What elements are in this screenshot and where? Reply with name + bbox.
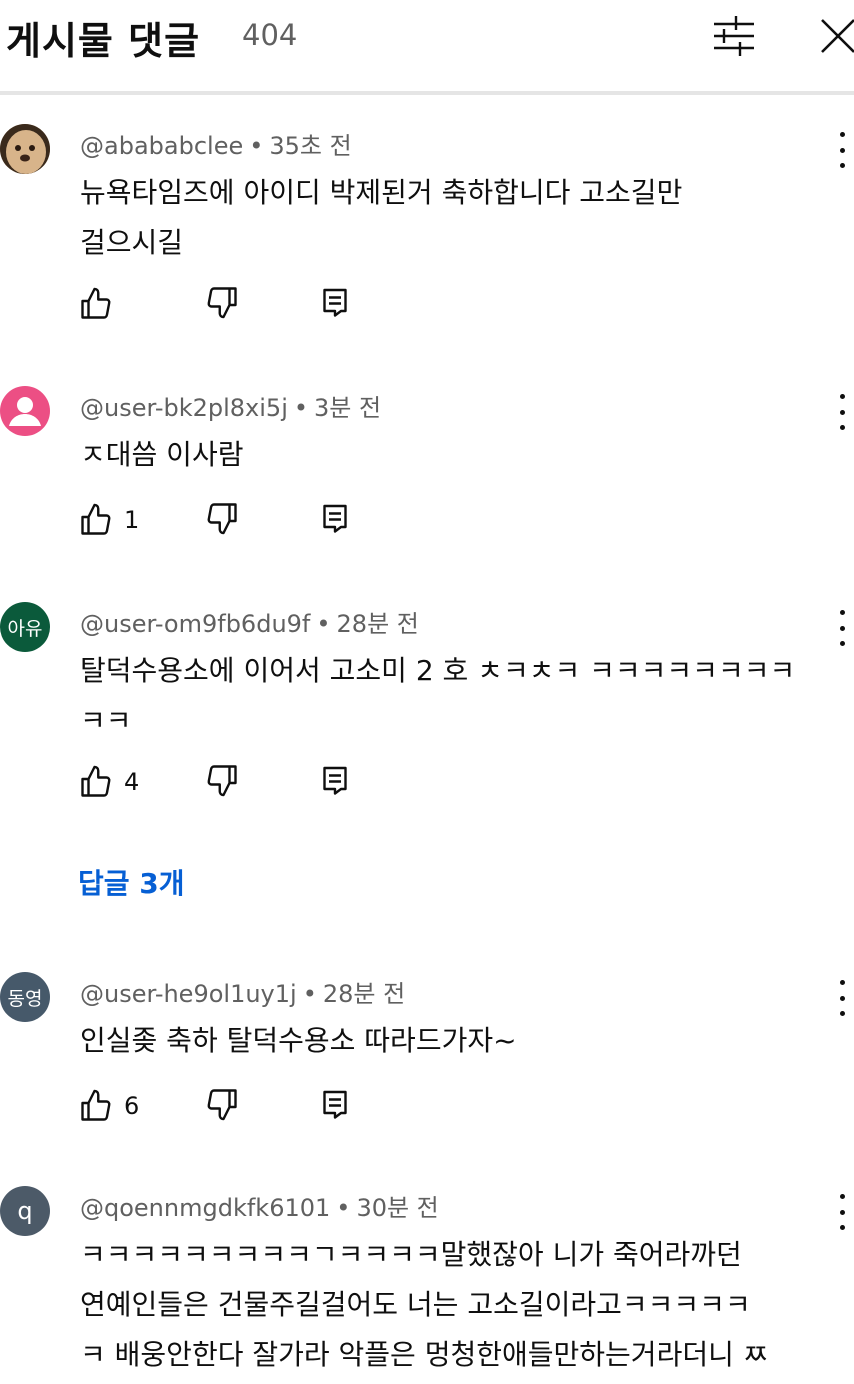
comment-line: ㅋㅋㅋㅋㅋㅋㅋㅋㅋㄱㅋㅋㅋㅋ말했잖아 니가 죽어라까던 [80, 1238, 742, 1271]
reply-icon [323, 288, 347, 317]
comment-author[interactable]: @user-bk2pl8xi5j [80, 394, 288, 422]
comment-meta: @abababclee • 35초 전 [80, 132, 352, 160]
filter-button[interactable] [706, 12, 762, 60]
reply-icon [323, 766, 347, 795]
view-replies-link[interactable]: 답글 3개 [78, 862, 185, 902]
avatar-initials: q [17, 1197, 33, 1225]
like-button[interactable]: 4 [78, 762, 139, 802]
dislike-button[interactable] [204, 762, 240, 802]
comment-time: 28분 전 [322, 980, 406, 1008]
avatar-initials: 동영 [7, 987, 43, 1010]
thumbs-down-icon [207, 503, 237, 535]
reply-button[interactable] [320, 284, 350, 324]
more-options-button[interactable] [830, 980, 854, 1016]
dislike-button[interactable] [204, 1086, 240, 1126]
reply-icon [323, 1090, 347, 1119]
avatar[interactable]: 동영 [0, 972, 50, 1022]
sliders-icon [714, 16, 754, 56]
thumbs-up-icon [81, 503, 111, 535]
comment-author[interactable]: @abababclee [80, 132, 243, 160]
reply-button[interactable] [320, 500, 350, 540]
comment-text: 인실좆 축하 탈덕수용소 따라드가자~ [80, 1016, 830, 1066]
close-icon [821, 19, 854, 53]
comment-line: ㅉ [80, 1380, 830, 1384]
comment-text: ㅋㅋㅋㅋㅋㅋㅋㅋㅋㄱㅋㅋㅋㅋ말했잖아 니가 죽어라까던 연예인들은 건물주길걸어… [80, 1230, 830, 1384]
comment-meta: @qoennmgdkfk6101 • 30분 전 [80, 1194, 439, 1222]
dislike-button[interactable] [204, 500, 240, 540]
comment-meta: @user-bk2pl8xi5j • 3분 전 [80, 394, 382, 422]
thumbs-down-icon [207, 765, 237, 797]
like-button[interactable] [78, 284, 124, 324]
header-divider [0, 91, 854, 95]
like-count: 4 [124, 768, 140, 796]
dog-photo-icon [0, 124, 50, 174]
close-button[interactable] [814, 12, 854, 60]
comment-line: 뉴욕타임즈에 아이디 박제된거 축하합니다 고소길만 [80, 176, 683, 209]
comment-author[interactable]: @user-he9ol1uy1j [80, 980, 297, 1008]
thumbs-down-icon [207, 287, 237, 319]
comment-line: 탈덕수용소에 이어서 고소미 2 호 ㅊㅋㅊㅋ ㅋㅋㅋㅋㅋㅋㅋㅋ [80, 654, 796, 687]
comment-time: 3분 전 [314, 394, 382, 422]
dislike-button[interactable] [204, 284, 240, 324]
user-silhouette-icon [9, 397, 41, 426]
comments-header: 게시물 댓글 404 [0, 0, 854, 92]
more-options-button[interactable] [830, 1194, 854, 1230]
comment-meta: @user-om9fb6du9f • 28분 전 [80, 610, 419, 638]
comment-line: 걸으시길 [80, 226, 184, 259]
comment-time: 28분 전 [336, 610, 419, 638]
reply-button[interactable] [320, 762, 350, 802]
reply-icon [323, 504, 347, 533]
thumbs-up-icon [81, 765, 111, 797]
comment-time: 35초 전 [269, 132, 352, 160]
comment-actions: 4 [78, 762, 378, 802]
like-count: 1 [124, 506, 140, 534]
more-options-button[interactable] [830, 610, 854, 646]
comment-text: 뉴욕타임즈에 아이디 박제된거 축하합니다 고소길만 걸으시길 [80, 168, 830, 268]
avatar[interactable]: q [0, 1186, 50, 1236]
comment-time: 30분 전 [356, 1194, 439, 1222]
comment-actions: 1 [78, 500, 378, 540]
avatar[interactable] [0, 124, 50, 174]
thumbs-up-icon [81, 287, 111, 319]
avatar-initials: 아유 [7, 617, 43, 640]
avatar[interactable]: 아유 [0, 602, 50, 652]
like-button[interactable]: 1 [78, 500, 139, 540]
like-button[interactable]: 6 [78, 1086, 139, 1126]
comment-line: 연예인들은 건물주길걸어도 너는 고소길이라고ㅋㅋㅋㅋㅋ [80, 1288, 751, 1321]
comment-line: ㅋ 배웅안한다 잘가라 악플은 멍청한애들만하는거라더니 ㅉ [80, 1338, 769, 1371]
like-count: 6 [124, 1092, 140, 1120]
reply-button[interactable] [320, 1086, 350, 1126]
comment-actions [78, 284, 378, 324]
thumbs-up-icon [81, 1089, 111, 1121]
comment-line: 인실좆 축하 탈덕수용소 따라드가자~ [80, 1024, 517, 1057]
more-options-button[interactable] [830, 132, 854, 168]
thumbs-down-icon [207, 1089, 237, 1121]
more-options-button[interactable] [830, 394, 854, 430]
comment-meta: @user-he9ol1uy1j • 28분 전 [80, 980, 406, 1008]
comment-author[interactable]: @user-om9fb6du9f [80, 610, 310, 638]
header-title: 게시물 댓글 [6, 19, 201, 63]
comment-text: ㅈ대씀 이사람 [80, 430, 830, 480]
comment-line: ㅈ대씀 이사람 [80, 438, 244, 471]
comment-author[interactable]: @qoennmgdkfk6101 [80, 1194, 330, 1222]
comment-line: ㅋㅋ [80, 704, 132, 737]
comment-text: 탈덕수용소에 이어서 고소미 2 호 ㅊㅋㅊㅋ ㅋㅋㅋㅋㅋㅋㅋㅋ ㅋㅋ [80, 646, 830, 746]
avatar[interactable] [0, 386, 50, 436]
comment-count: 404 [242, 18, 298, 52]
comment-actions: 6 [78, 1086, 378, 1126]
